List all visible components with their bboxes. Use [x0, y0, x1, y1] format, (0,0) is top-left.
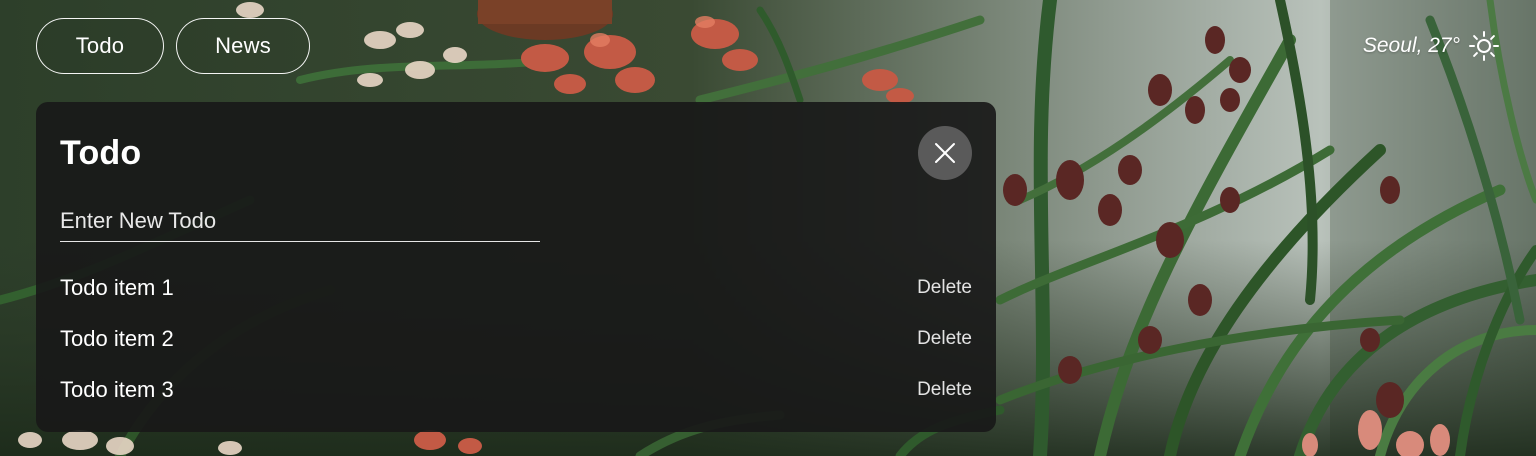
weather-location-temperature: Seoul, 27° — [1362, 34, 1460, 57]
delete-button[interactable]: Delete — [917, 328, 972, 350]
todo-item-text: Todo item 2 — [60, 325, 174, 351]
weather-widget: Seoul, 27° — [1363, 30, 1500, 62]
delete-button[interactable]: Delete — [917, 379, 972, 401]
todo-panel: Todo Todo item 1 Delete Todo item 2 Dele… — [36, 102, 996, 432]
new-todo-input[interactable] — [60, 206, 540, 242]
nav-todo-button[interactable]: Todo — [36, 18, 164, 74]
todo-list-item: Todo item 3 Delete — [60, 364, 972, 415]
top-nav: Todo News — [36, 18, 310, 74]
todo-item-text: Todo item 1 — [60, 274, 174, 300]
close-button[interactable] — [918, 126, 972, 180]
close-icon — [934, 142, 956, 164]
delete-button[interactable]: Delete — [917, 277, 972, 299]
nav-news-button[interactable]: News — [176, 18, 310, 74]
sun-icon — [1468, 30, 1500, 62]
todo-item-text: Todo item 3 — [60, 376, 174, 402]
todo-list-item: Todo item 1 Delete — [60, 262, 972, 313]
todo-list-item: Todo item 2 Delete — [60, 313, 972, 364]
todo-list: Todo item 1 Delete Todo item 2 Delete To… — [60, 262, 972, 415]
todo-panel-title: Todo — [60, 134, 142, 172]
